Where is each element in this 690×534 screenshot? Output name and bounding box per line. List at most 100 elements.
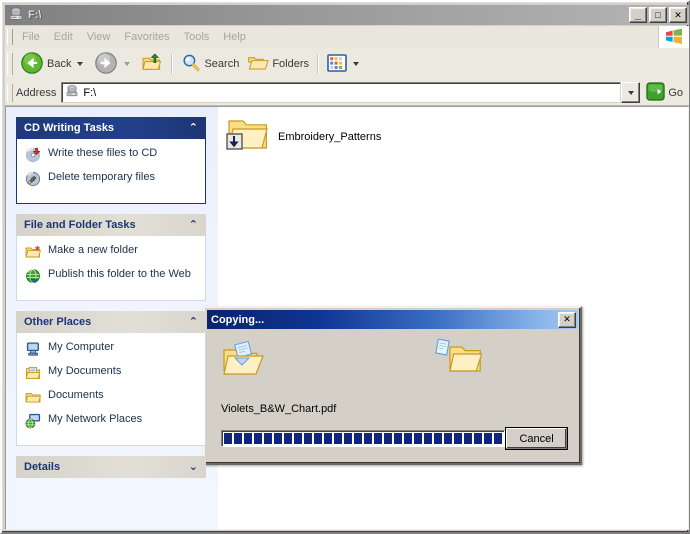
progress-block bbox=[244, 433, 252, 444]
progress-block bbox=[314, 433, 322, 444]
place-label: My Documents bbox=[48, 365, 122, 377]
panel-header-file-and-folder-tasks[interactable]: File and Folder Tasks ⌃ bbox=[16, 214, 206, 236]
dialog-close-button[interactable]: ✕ bbox=[558, 311, 576, 328]
forward-button[interactable] bbox=[90, 49, 137, 79]
panel-body-file-and-folder-tasks: Make a new folder Publish this folder to… bbox=[16, 236, 206, 301]
minimize-button[interactable]: _ bbox=[629, 7, 647, 23]
menu-item-view[interactable]: View bbox=[80, 29, 118, 45]
folder-icon bbox=[25, 389, 41, 408]
menu-item-file[interactable]: File bbox=[15, 29, 47, 45]
cd-write-icon bbox=[25, 147, 41, 166]
menu-item-tools[interactable]: Tools bbox=[177, 29, 217, 45]
progress-block bbox=[364, 433, 372, 444]
menu-bar: File Edit View Favorites Tools Help bbox=[5, 26, 689, 49]
address-dropdown-button[interactable] bbox=[621, 82, 641, 103]
place-my-network-places[interactable]: My Network Places bbox=[25, 413, 197, 432]
folders-button[interactable]: Folders bbox=[243, 49, 313, 79]
menu-item-favorites[interactable]: Favorites bbox=[117, 29, 176, 45]
window-title: F:\ bbox=[28, 9, 42, 21]
folder-receiving-file-icon bbox=[430, 335, 483, 382]
views-dropdown-icon[interactable] bbox=[353, 62, 360, 66]
task-label: Make a new folder bbox=[48, 244, 138, 256]
progress-block bbox=[474, 433, 482, 444]
maximize-button[interactable]: □ bbox=[649, 7, 667, 23]
file-item-embroidery-patterns[interactable]: Embroidery_Patterns bbox=[226, 115, 381, 158]
chevron-down-icon[interactable]: ⌄ bbox=[189, 461, 198, 473]
chevron-up-icon[interactable]: ⌃ bbox=[189, 122, 198, 134]
back-dropdown-icon[interactable] bbox=[77, 62, 84, 66]
file-name: Embroidery_Patterns bbox=[278, 130, 382, 143]
address-bar: Address F:\ Go bbox=[5, 80, 689, 106]
dialog-body: Violets_B&W_Chart.pdf Cancel bbox=[207, 331, 578, 461]
panel-title: CD Writing Tasks bbox=[24, 122, 115, 134]
windows-flag-icon bbox=[658, 26, 689, 48]
magnifier-icon bbox=[181, 53, 201, 76]
task-make-a-new-folder[interactable]: Make a new folder bbox=[25, 244, 197, 263]
task-publish-folder-to-web[interactable]: Publish this folder to the Web bbox=[25, 268, 197, 287]
folders-label: Folders bbox=[272, 58, 310, 70]
task-label: Delete temporary files bbox=[48, 171, 155, 183]
place-my-computer[interactable]: My Computer bbox=[25, 341, 197, 360]
views-button[interactable] bbox=[323, 49, 366, 79]
progress-block bbox=[224, 433, 232, 444]
forward-arrow-icon bbox=[94, 51, 118, 78]
back-button[interactable]: Back bbox=[16, 49, 90, 79]
progress-block bbox=[234, 433, 242, 444]
copying-dialog[interactable]: Copying... ✕ Violets_B&W_Chart.pdf Cance… bbox=[203, 306, 582, 465]
address-grip[interactable] bbox=[7, 83, 13, 102]
place-my-documents[interactable]: My Documents bbox=[25, 365, 197, 384]
progress-block bbox=[414, 433, 422, 444]
toolbar: Back Search Folders bbox=[5, 48, 689, 81]
panel-details: Details ⌄ bbox=[16, 456, 206, 478]
progress-block bbox=[274, 433, 282, 444]
panel-header-details[interactable]: Details ⌄ bbox=[16, 456, 206, 478]
copy-filename: Violets_B&W_Chart.pdf bbox=[221, 403, 337, 415]
menu-item-edit[interactable]: Edit bbox=[47, 29, 80, 45]
menu-item-help[interactable]: Help bbox=[216, 29, 253, 45]
toolbar-separator-2 bbox=[317, 54, 320, 74]
place-documents[interactable]: Documents bbox=[25, 389, 197, 408]
my-computer-icon bbox=[25, 341, 41, 360]
panel-header-cd-writing-tasks[interactable]: CD Writing Tasks ⌃ bbox=[16, 117, 206, 139]
copy-progress-bar bbox=[221, 430, 506, 447]
progress-block bbox=[354, 433, 362, 444]
forward-dropdown-icon[interactable] bbox=[124, 62, 131, 66]
panel-cd-writing-tasks: CD Writing Tasks ⌃ Write these files to … bbox=[16, 117, 206, 204]
menu-grip[interactable] bbox=[7, 29, 13, 45]
back-label: Back bbox=[47, 58, 72, 70]
task-label: Write these files to CD bbox=[48, 147, 158, 159]
address-input[interactable]: F:\ bbox=[61, 82, 622, 103]
cd-delete-icon bbox=[25, 171, 41, 190]
task-write-files-to-cd[interactable]: Write these files to CD bbox=[25, 147, 197, 166]
publish-web-icon bbox=[25, 268, 41, 287]
up-button[interactable] bbox=[137, 49, 167, 79]
progress-block bbox=[424, 433, 432, 444]
panel-body-cd-writing-tasks: Write these files to CD Delete temporary… bbox=[16, 139, 206, 204]
panel-header-other-places[interactable]: Other Places ⌃ bbox=[16, 311, 206, 333]
progress-block bbox=[444, 433, 452, 444]
go-button[interactable]: Go bbox=[644, 81, 689, 104]
progress-block bbox=[284, 433, 292, 444]
task-delete-temporary-files[interactable]: Delete temporary files bbox=[25, 171, 197, 190]
close-button[interactable]: ✕ bbox=[669, 7, 687, 23]
chevron-down-icon bbox=[627, 90, 634, 95]
minimize-icon: _ bbox=[634, 9, 642, 21]
drive-icon bbox=[8, 6, 24, 25]
views-icon bbox=[327, 53, 347, 75]
up-folder-icon bbox=[141, 52, 163, 76]
panel-body-other-places: My Computer My Documents Documents My Ne… bbox=[16, 333, 206, 446]
chevron-up-icon[interactable]: ⌃ bbox=[189, 316, 198, 328]
progress-fill bbox=[224, 433, 505, 444]
search-button[interactable]: Search bbox=[177, 49, 243, 79]
cancel-button[interactable]: Cancel bbox=[505, 427, 568, 450]
panel-title: Other Places bbox=[24, 316, 92, 328]
window-title-bar[interactable]: F:\ _ □ ✕ bbox=[5, 5, 689, 25]
network-places-icon bbox=[25, 413, 41, 432]
toolbar-grip[interactable] bbox=[7, 53, 13, 75]
chevron-up-icon[interactable]: ⌃ bbox=[189, 219, 198, 231]
progress-block bbox=[434, 433, 442, 444]
progress-block bbox=[334, 433, 342, 444]
dialog-title-bar[interactable]: Copying... ✕ bbox=[207, 310, 578, 329]
progress-block bbox=[254, 433, 262, 444]
open-folder-sending-file-icon bbox=[221, 339, 265, 382]
